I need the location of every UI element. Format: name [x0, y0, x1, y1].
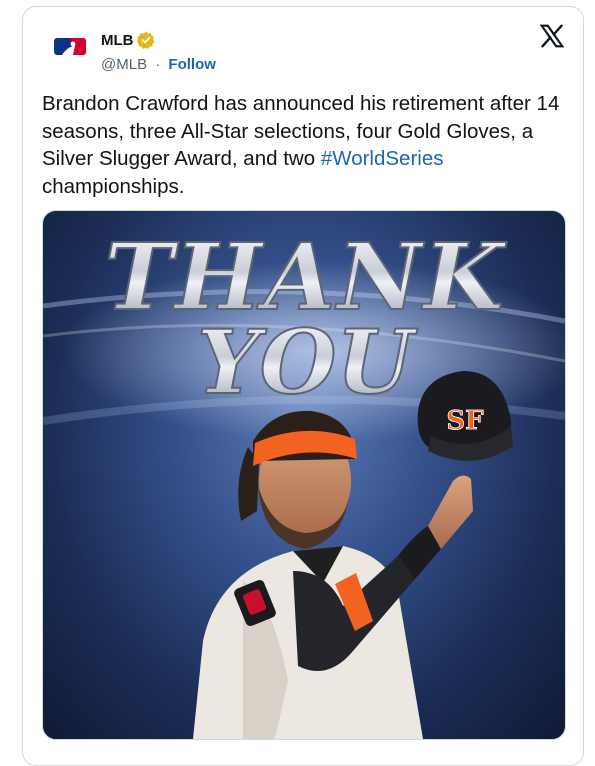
follow-button[interactable]: Follow	[168, 56, 216, 73]
author-handle[interactable]: @MLB	[101, 56, 147, 73]
tweet-card[interactable]: MLB @MLB · Follow Brandon Crawford has a…	[22, 6, 584, 766]
tweet-text: Brandon Crawford has announced his retir…	[42, 90, 572, 200]
verified-badge-icon	[136, 31, 155, 49]
author-name[interactable]: MLB	[101, 32, 134, 49]
tweet-text-part2: championships.	[42, 174, 185, 198]
mlb-logo-icon[interactable]	[48, 31, 92, 61]
hashtag-link[interactable]: #WorldSeries	[321, 147, 444, 170]
tweet-image[interactable]: THANK YOU SF	[42, 210, 566, 740]
x-logo-icon[interactable]	[539, 23, 565, 49]
tweet-text-part1: Brandon Crawford has announced his retir…	[42, 92, 560, 170]
svg-text:SF: SF	[446, 406, 484, 436]
separator-dot: ·	[155, 56, 161, 73]
headline-you: YOU	[197, 310, 418, 414]
